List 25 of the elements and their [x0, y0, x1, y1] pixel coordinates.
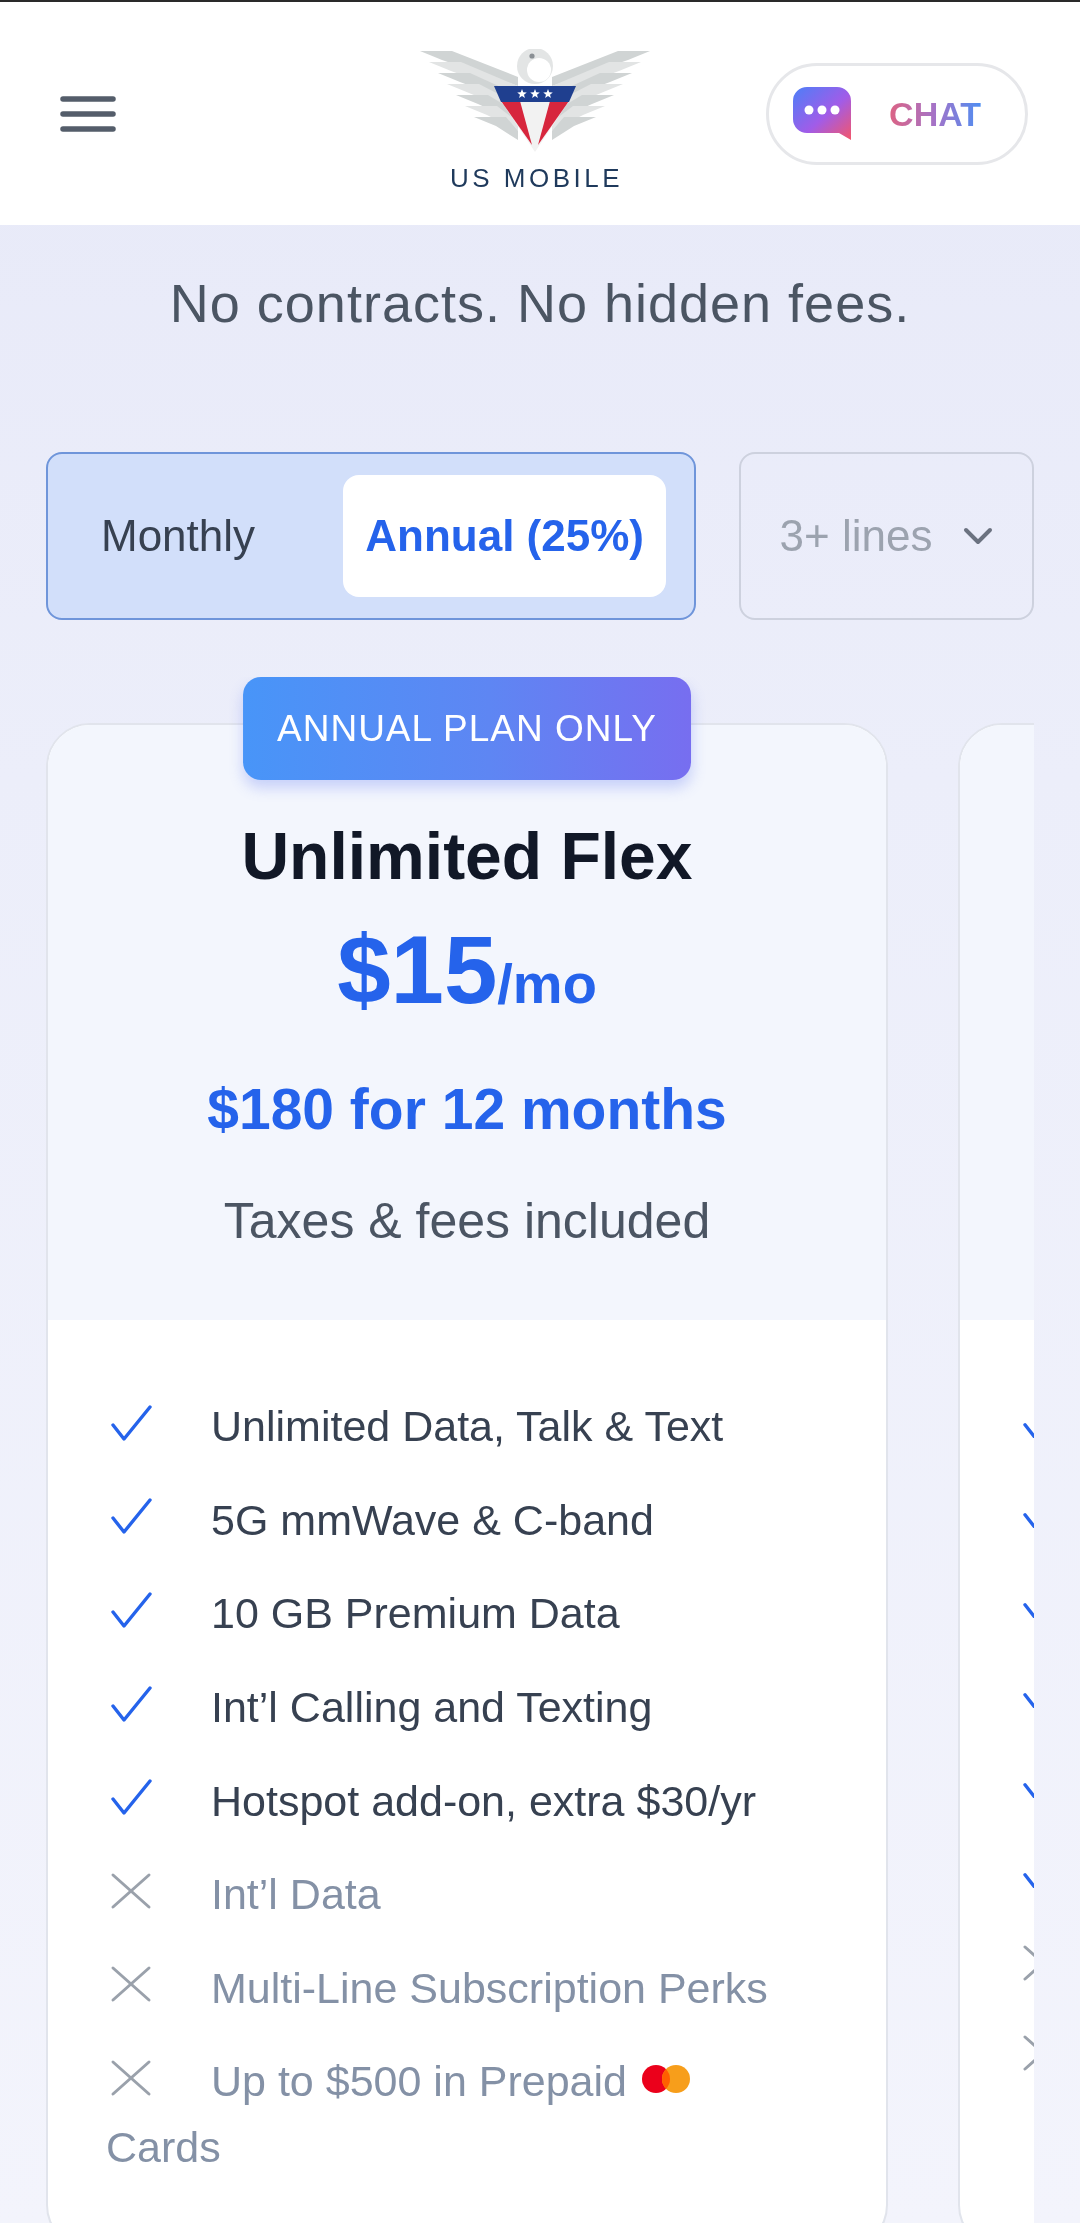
- feature-text: Int’l Data: [211, 1869, 381, 1918]
- chevron-down-icon: [963, 526, 994, 546]
- billing-tab[interactable]: Monthly: [81, 475, 276, 597]
- billing-tab[interactable]: Annual (25%): [343, 475, 666, 597]
- feature-text: 10 GB Premium Data: [211, 1588, 620, 1637]
- chat-bubble-icon: [793, 87, 852, 140]
- plan-badge: ANNUAL PLAN ONLY: [243, 677, 691, 780]
- plan-name: Unlimited Flex: [241, 818, 693, 894]
- feature-text: 5G mmWave & C-band: [211, 1495, 654, 1544]
- annual-total: $180 for 12 months: [207, 1076, 727, 1142]
- tagline: No contracts. No hidden fees.: [168, 272, 912, 334]
- feature-text: Unlimited Data, Talk & Text: [211, 1401, 724, 1450]
- overlapping-circles-icon: [640, 2064, 691, 2095]
- feature-text: Hotspot add-on, extra $30/yr: [211, 1776, 756, 1825]
- feature-text: Up to $500 in Prepaid: [211, 2057, 627, 2106]
- eagle-shield-icon[interactable]: [418, 48, 652, 153]
- price-amount: $15: [337, 915, 498, 1025]
- feature-text: Multi-Line Subscription Perks: [211, 1963, 768, 2012]
- logo-text: US MOBILE: [448, 162, 624, 193]
- price-unit: /mo: [497, 951, 597, 1017]
- feature-text: Cards: [106, 2122, 221, 2174]
- menu-icon[interactable]: [60, 94, 116, 133]
- chat-button[interactable]: CHAT: [766, 62, 1028, 165]
- feature-text: Int’l Calling and Texting: [211, 1682, 653, 1731]
- price-note: Taxes & fees included: [223, 1192, 711, 1250]
